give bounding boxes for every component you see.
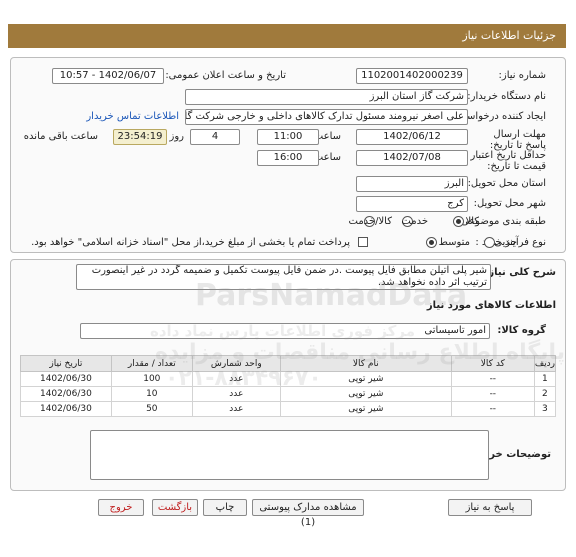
goods-group-field: امور تاسیساتی: [80, 323, 490, 339]
col-row: ردیف: [533, 355, 557, 372]
validity-time-field: 16:00: [257, 150, 319, 166]
goods-group-label: گروه کالا:: [497, 325, 546, 336]
validity-date-field: 1402/07/08: [356, 150, 468, 166]
process-medium-radio[interactable]: [426, 237, 437, 248]
days-field: 4: [190, 129, 240, 145]
attachments-button[interactable]: مشاهده مدارک پیوستی (1): [252, 499, 364, 528]
goods-name: شیر توپی: [279, 386, 452, 402]
row-number: 1: [533, 371, 557, 387]
col-code: کد کالا: [450, 355, 535, 372]
province-label: استان محل تحویل:: [467, 178, 546, 189]
goods-unit: عدد: [191, 386, 281, 402]
goods-unit: عدد: [191, 371, 281, 387]
description-box: شیر پلی اتیلن مطابق فایل پیوست .در ضمن ف…: [76, 264, 491, 290]
goods-quantity: 50: [110, 401, 193, 417]
province-field: البرز: [356, 176, 468, 192]
reply-button[interactable]: پاسخ به نیاز: [448, 499, 532, 516]
process-medium-label: متوسط: [438, 237, 470, 248]
category-service-label: خدمت: [401, 216, 428, 227]
goods-code: --: [450, 386, 535, 402]
table-row: 1 -- شیر توپی عدد 100 1402/06/30: [20, 371, 557, 387]
deadline-date-field: 1402/06/12: [356, 129, 468, 145]
category-goods-label: کالا: [465, 216, 479, 227]
page-title: جزئیات اطلاعات نیاز: [462, 29, 556, 42]
treasury-payment-checkbox[interactable]: [358, 237, 368, 247]
goods-code: --: [450, 401, 535, 417]
description-label: شرح کلی نیاز:: [484, 267, 556, 278]
remaining-time-label: ساعت باقی مانده: [23, 131, 98, 142]
back-button[interactable]: بازگشت: [152, 499, 198, 516]
print-button[interactable]: چاپ: [203, 499, 247, 516]
contact-info-link[interactable]: اطلاعات تماس خریدار: [86, 111, 179, 122]
goods-code: --: [450, 371, 535, 387]
buyer-field: شرکت گاز استان البرز: [185, 89, 468, 105]
goods-name: شیر توپی: [279, 401, 452, 417]
goods-quantity: 10: [110, 386, 193, 402]
exit-button[interactable]: خروج: [98, 499, 144, 516]
goods-need-date: 1402/06/30: [20, 401, 112, 417]
category-goods-radio[interactable]: [453, 216, 464, 227]
announce-label: تاریخ و ساعت اعلان عمومی:: [165, 70, 286, 81]
announce-field: 1402/06/07 - 10:57: [52, 68, 164, 84]
deadline-time-field: 11:00: [257, 129, 319, 145]
table-row: 2 -- شیر توپی عدد 10 1402/06/30: [20, 386, 557, 402]
col-unit: واحد شمارش: [191, 355, 281, 372]
col-name: نام کالا: [279, 355, 452, 372]
goods-section-title: اطلاعات کالاهای مورد نیاز: [426, 300, 556, 311]
buyer-label: نام دستگاه خریدار:: [467, 91, 546, 102]
goods-quantity: 100: [110, 371, 193, 387]
table-row: 3 -- شیر توپی عدد 50 1402/06/30: [20, 401, 557, 417]
row-number: 2: [533, 386, 557, 402]
creator-field: علی اصغر نیرومند مسئول تدارک کالاهای داخ…: [185, 109, 468, 125]
goods-name: شیر توپی: [279, 371, 452, 387]
goods-need-date: 1402/06/30: [20, 371, 112, 387]
remaining-time-field: 23:54:19: [113, 129, 167, 145]
need-number-field: 1102001402000239: [356, 68, 468, 84]
validity-label: حداقل تاریخ اعتبار قیمت تا تاریخ:: [470, 150, 546, 172]
col-need-date: تاریخ نیاز: [20, 355, 112, 372]
treasury-payment-note: پرداخت تمام یا بخشی از مبلغ خرید،از محل …: [31, 237, 350, 248]
city-field: کرج: [356, 196, 468, 212]
row-number: 3: [533, 401, 557, 417]
col-quantity: تعداد / مقدار: [110, 355, 193, 372]
need-number-label: شماره نیاز:: [498, 70, 547, 81]
deadline-label: مهلت ارسال پاسخ تا تاریخ:: [489, 129, 546, 151]
city-label: شهر محل تحویل:: [473, 198, 546, 209]
buyer-notes-field: [90, 430, 489, 480]
page-header: جزئیات اطلاعات نیاز: [8, 24, 566, 48]
goods-table: ردیف کد کالا نام کالا واحد شمارش تعداد /…: [20, 355, 557, 417]
goods-need-date: 1402/06/30: [20, 386, 112, 402]
goods-unit: عدد: [191, 401, 281, 417]
process-minor-label: جزیی: [494, 237, 517, 248]
category-goods-service-label: کالا/خدمت: [348, 216, 393, 227]
